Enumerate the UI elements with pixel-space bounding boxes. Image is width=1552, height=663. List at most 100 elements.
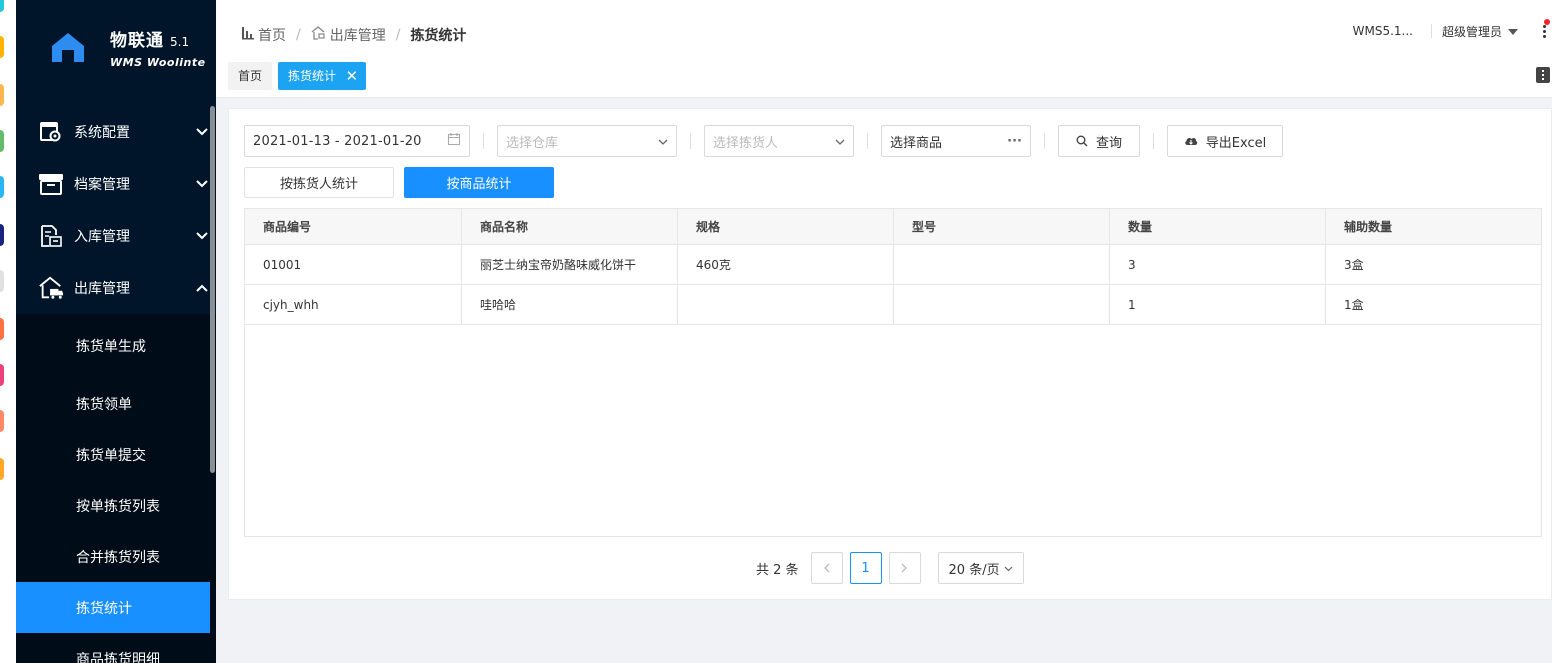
page-number-button[interactable]: 1 bbox=[849, 552, 882, 584]
outbound-icon bbox=[38, 275, 64, 301]
breadcrumb-separator: / bbox=[395, 27, 401, 43]
table-cell: 01001 bbox=[245, 245, 462, 284]
picker-select[interactable]: 选择拣货人 bbox=[704, 125, 854, 157]
filter-divider bbox=[690, 133, 691, 149]
column-header[interactable]: 规格 bbox=[678, 209, 894, 244]
sidebar-subitem-label: 拣货单提交 bbox=[76, 447, 146, 464]
tab-by-picker[interactable]: 按拣货人统计 bbox=[244, 167, 394, 198]
page-size-select[interactable]: 20 条/页 bbox=[937, 552, 1024, 584]
dock-app-icon[interactable] bbox=[0, 176, 4, 198]
tab-label: 拣货统计 bbox=[288, 69, 337, 83]
column-header[interactable]: 数量 bbox=[1110, 209, 1326, 244]
sidebar-subitem-merge-pick-list[interactable]: 合并拣货列表 bbox=[16, 531, 216, 582]
dock-app-icon[interactable] bbox=[0, 224, 4, 246]
table-cell bbox=[894, 285, 1110, 324]
sidebar-subitem-pick-generate[interactable]: 拣货单生成 bbox=[16, 314, 216, 378]
more-horizontal-icon[interactable]: ··· bbox=[1007, 134, 1022, 149]
sidebar-subitem-order-pick-list[interactable]: 按单拣货列表 bbox=[16, 480, 216, 531]
sidebar-subitem-label: 拣货统计 bbox=[76, 600, 132, 617]
user-menu[interactable]: 超级管理员 bbox=[1442, 23, 1502, 40]
pagination: 共 2 条 1 20 条/页 bbox=[756, 552, 1024, 584]
table-cell bbox=[678, 285, 894, 324]
filter-divider bbox=[483, 133, 484, 149]
dock-app-icon[interactable] bbox=[0, 364, 4, 386]
column-header[interactable]: 商品编号 bbox=[245, 209, 462, 244]
notification-dot bbox=[1544, 19, 1550, 25]
warehouse-select[interactable]: 选择仓库 bbox=[497, 125, 677, 157]
chevron-down-icon bbox=[835, 134, 845, 149]
export-button-label: 导出Excel bbox=[1205, 135, 1267, 151]
dock-app-icon[interactable] bbox=[0, 458, 4, 480]
tab-menu-icon[interactable] bbox=[1536, 67, 1550, 83]
caret-down-icon[interactable] bbox=[1508, 24, 1518, 38]
table-cell: 3盒 bbox=[1344, 258, 1364, 272]
tab-home[interactable]: 首页 bbox=[228, 62, 273, 90]
sidebar-subitem-pick-submit[interactable]: 拣货单提交 bbox=[16, 429, 216, 480]
dock-app-icon[interactable] bbox=[0, 130, 4, 152]
tabs-bar: 首页 拣货统计 ✕ bbox=[216, 62, 1552, 98]
logo-title: 物联通 bbox=[110, 31, 164, 51]
filter-divider bbox=[867, 133, 868, 149]
breadcrumb: 首页 / 出库管理 / 拣货统计 bbox=[241, 25, 466, 45]
header: 首页 / 出库管理 / 拣货统计 WMS5.1... 超级管理员 bbox=[216, 0, 1552, 62]
sidebar-subitem-label: 拣货领单 bbox=[76, 396, 132, 413]
table-row[interactable]: cjyh_whh 哇哈哈 1 1盒 bbox=[245, 285, 1541, 325]
sidebar-item-archive[interactable]: 档案管理 bbox=[16, 158, 216, 210]
dock-app-icon[interactable] bbox=[0, 36, 4, 58]
table-row[interactable]: 01001 丽芝士纳宝帝奶酪味威化饼干 460克 3 3盒 bbox=[245, 245, 1541, 285]
cloud-download-icon bbox=[1184, 135, 1198, 147]
date-range-value: 2021-01-13 - 2021-01-20 bbox=[253, 133, 422, 149]
filter-divider bbox=[1153, 133, 1154, 149]
dock-app-icon[interactable] bbox=[0, 410, 4, 432]
sidebar-scrollbar[interactable] bbox=[210, 106, 215, 473]
header-divider bbox=[1430, 24, 1432, 38]
sidebar-item-inbound[interactable]: 入库管理 bbox=[16, 210, 216, 262]
sidebar-subitem-goods-pick-detail[interactable]: 商品拣货明细 bbox=[16, 633, 216, 663]
more-vertical-icon[interactable] bbox=[1538, 19, 1552, 40]
dock-app-icon[interactable] bbox=[0, 270, 4, 292]
table-cell: 1盒 bbox=[1344, 298, 1364, 312]
header-right: WMS5.1... 超级管理员 bbox=[1353, 19, 1552, 40]
table-cell bbox=[894, 245, 1110, 284]
tab-pick-stats[interactable]: 拣货统计 ✕ bbox=[278, 62, 367, 90]
outbound-icon bbox=[311, 26, 327, 44]
tab-by-goods[interactable]: 按商品统计 bbox=[404, 167, 554, 198]
date-range-picker[interactable]: 2021-01-13 - 2021-01-20 bbox=[244, 125, 470, 157]
main-content: 2021-01-13 - 2021-01-20 选择仓库 选择拣货人 选择商品 … bbox=[228, 108, 1552, 600]
version-label[interactable]: WMS5.1... bbox=[1353, 24, 1413, 38]
sidebar-item-label: 档案管理 bbox=[74, 177, 130, 193]
logo[interactable]: 物联通 5.1 WMS Woolinte bbox=[16, 0, 216, 95]
home-logo-icon bbox=[48, 28, 88, 68]
sidebar-item-system-config[interactable]: 系统配置 bbox=[16, 106, 216, 158]
table-cell: 哇哈哈 bbox=[462, 285, 678, 324]
next-page-button[interactable] bbox=[888, 552, 921, 584]
sidebar-subitem-label: 按单拣货列表 bbox=[76, 498, 160, 515]
column-header[interactable]: 型号 bbox=[894, 209, 1110, 244]
dock-app-icon[interactable] bbox=[0, 0, 4, 12]
export-excel-button[interactable]: 导出Excel bbox=[1167, 125, 1283, 157]
breadcrumb-outbound[interactable]: 出库管理 bbox=[330, 25, 386, 45]
breadcrumb-home[interactable]: 首页 bbox=[258, 25, 286, 45]
goods-select[interactable]: 选择商品 ··· bbox=[881, 125, 1031, 157]
table-cell: 1 bbox=[1110, 285, 1326, 324]
dock-app-icon[interactable] bbox=[0, 318, 4, 340]
column-header[interactable]: 商品名称 bbox=[462, 209, 678, 244]
table-cell: 丽芝士纳宝帝奶酪味威化饼干 bbox=[462, 245, 678, 284]
logo-version: 5.1 bbox=[170, 35, 190, 49]
sidebar-item-outbound[interactable]: 出库管理 bbox=[16, 262, 216, 314]
picker-placeholder: 选择拣货人 bbox=[713, 135, 779, 151]
sidebar: 物联通 5.1 WMS Woolinte 系统配置 档案管理 入库管理 出库管理… bbox=[16, 0, 216, 663]
page-size-label: 20 条/页 bbox=[948, 562, 1000, 578]
archive-icon bbox=[38, 171, 64, 197]
prev-page-button[interactable] bbox=[810, 552, 843, 584]
query-button[interactable]: 查询 bbox=[1058, 125, 1140, 157]
stats-table: 商品编号 商品名称 规格 型号 数量 辅助数量 01001 丽芝士纳宝帝奶酪味威… bbox=[244, 208, 1542, 537]
sidebar-menu: 系统配置 档案管理 入库管理 出库管理 拣货单生成 拣货领单 拣货单提交 按单拣… bbox=[16, 106, 216, 663]
column-header[interactable]: 辅助数量 bbox=[1326, 209, 1541, 244]
dock-app-icon[interactable] bbox=[0, 84, 4, 106]
warehouse-placeholder: 选择仓库 bbox=[506, 135, 559, 151]
close-icon[interactable]: ✕ bbox=[345, 62, 358, 90]
table-cell: 3 bbox=[1110, 245, 1326, 284]
sidebar-subitem-pick-stats[interactable]: 拣货统计 bbox=[16, 582, 210, 633]
sidebar-subitem-pick-claim[interactable]: 拣货领单 bbox=[16, 378, 216, 429]
